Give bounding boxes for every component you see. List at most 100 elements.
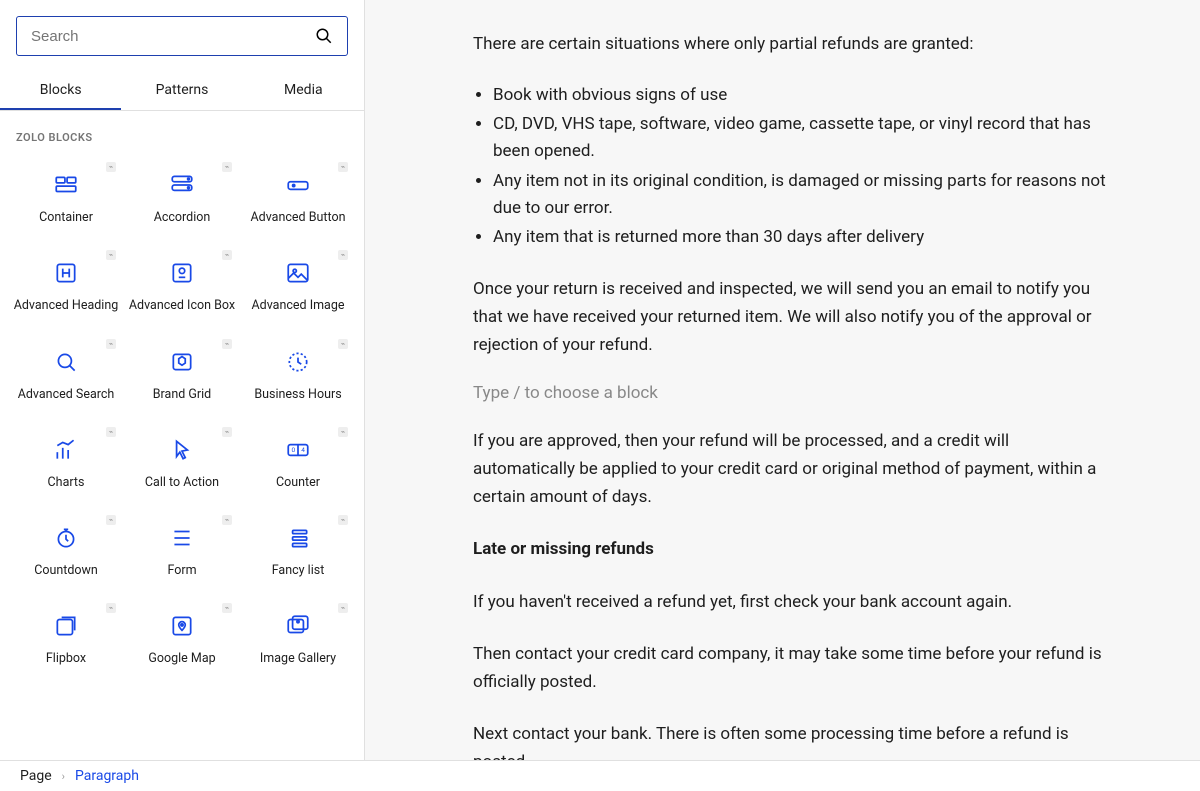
list-item[interactable]: CD, DVD, VHS tape, software, video game,… bbox=[493, 111, 1113, 165]
block-item-button[interactable]: ⌁ Advanced Button bbox=[240, 156, 356, 244]
block-badge-icon: ⌁ bbox=[338, 515, 348, 525]
block-item-charts[interactable]: ⌁ Charts bbox=[8, 421, 124, 509]
block-badge-icon: ⌁ bbox=[338, 603, 348, 613]
flipbox-icon bbox=[53, 613, 79, 639]
hours-icon bbox=[285, 349, 311, 375]
search-icon bbox=[53, 349, 79, 375]
block-item-container[interactable]: ⌁ Container bbox=[8, 156, 124, 244]
fancylist-icon bbox=[285, 525, 311, 551]
tab-blocks[interactable]: Blocks bbox=[0, 72, 121, 110]
block-label: Advanced Icon Box bbox=[129, 298, 235, 314]
accordion-icon bbox=[169, 172, 195, 198]
block-badge-icon: ⌁ bbox=[222, 515, 232, 525]
list-item[interactable]: Any item not in its original condition, … bbox=[493, 168, 1113, 222]
search-box[interactable] bbox=[16, 16, 348, 56]
tab-media[interactable]: Media bbox=[243, 72, 364, 110]
tab-patterns[interactable]: Patterns bbox=[121, 72, 242, 110]
block-badge-icon: ⌁ bbox=[106, 427, 116, 437]
block-label: Charts bbox=[48, 475, 85, 491]
block-badge-icon: ⌁ bbox=[106, 603, 116, 613]
charts-icon bbox=[53, 437, 79, 463]
block-badge-icon: ⌁ bbox=[338, 339, 348, 349]
block-badge-icon: ⌁ bbox=[106, 339, 116, 349]
gallery-icon bbox=[285, 613, 311, 639]
block-item-map[interactable]: ⌁ Google Map bbox=[124, 597, 240, 685]
paragraph[interactable]: Next contact your bank. There is often s… bbox=[473, 720, 1113, 760]
block-item-search[interactable]: ⌁ Advanced Search bbox=[8, 333, 124, 421]
block-badge-icon: ⌁ bbox=[222, 603, 232, 613]
list[interactable]: Book with obvious signs of use CD, DVD, … bbox=[493, 82, 1113, 251]
block-item-counter[interactable]: ⌁ Counter bbox=[240, 421, 356, 509]
inserter-sidebar: Blocks Patterns Media ZOLO BLOCKS ⌁ Conta… bbox=[0, 0, 365, 760]
breadcrumb: Page › Paragraph bbox=[0, 760, 1200, 791]
block-badge-icon: ⌁ bbox=[106, 250, 116, 260]
section-title: ZOLO BLOCKS bbox=[0, 111, 364, 156]
block-label: Countdown bbox=[34, 563, 98, 579]
block-badge-icon: ⌁ bbox=[222, 339, 232, 349]
block-label: Advanced Image bbox=[252, 298, 345, 314]
block-label: Brand Grid bbox=[153, 387, 211, 403]
block-label: Accordion bbox=[154, 210, 211, 226]
countdown-icon bbox=[53, 525, 79, 551]
button-icon bbox=[285, 172, 311, 198]
chevron-right-icon: › bbox=[62, 770, 65, 783]
block-label: Container bbox=[39, 210, 93, 226]
block-label: Business Hours bbox=[254, 387, 341, 403]
block-item-countdown[interactable]: ⌁ Countdown bbox=[8, 509, 124, 597]
block-badge-icon: ⌁ bbox=[222, 427, 232, 437]
block-badge-icon: ⌁ bbox=[106, 162, 116, 172]
list-item[interactable]: Book with obvious signs of use bbox=[493, 82, 1113, 109]
block-label: Form bbox=[167, 563, 196, 579]
container-icon bbox=[53, 172, 79, 198]
image-icon bbox=[285, 260, 311, 286]
block-badge-icon: ⌁ bbox=[222, 162, 232, 172]
editor-canvas[interactable]: There are certain situations where only … bbox=[365, 0, 1200, 760]
block-badge-icon: ⌁ bbox=[106, 515, 116, 525]
paragraph[interactable]: Then contact your credit card company, i… bbox=[473, 640, 1113, 696]
search-icon bbox=[315, 27, 333, 45]
list-item[interactable]: Any item that is returned more than 30 d… bbox=[493, 224, 1113, 251]
block-item-form[interactable]: ⌁ Form bbox=[124, 509, 240, 597]
blocks-grid: ⌁ Container ⌁ Accordion ⌁ Advanced Button ⌁ Adv… bbox=[0, 156, 364, 706]
block-item-accordion[interactable]: ⌁ Accordion bbox=[124, 156, 240, 244]
block-item-heading[interactable]: ⌁ Advanced Heading bbox=[8, 244, 124, 332]
block-item-cta[interactable]: ⌁ Call to Action bbox=[124, 421, 240, 509]
block-placeholder[interactable]: Type / to choose a block bbox=[473, 383, 1140, 403]
block-item-iconbox[interactable]: ⌁ Advanced Icon Box bbox=[124, 244, 240, 332]
search-input[interactable] bbox=[31, 28, 315, 45]
block-label: Fancy list bbox=[272, 563, 325, 579]
heading-icon bbox=[53, 260, 79, 286]
block-badge-icon: ⌁ bbox=[222, 250, 232, 260]
iconbox-icon bbox=[169, 260, 195, 286]
paragraph[interactable]: If you haven't received a refund yet, fi… bbox=[473, 588, 1113, 616]
paragraph[interactable]: Once your return is received and inspect… bbox=[473, 275, 1113, 359]
block-label: Image Gallery bbox=[260, 651, 336, 667]
paragraph[interactable]: If you are approved, then your refund wi… bbox=[473, 427, 1113, 511]
search-wrap bbox=[0, 0, 364, 72]
block-label: Advanced Heading bbox=[14, 298, 119, 314]
breadcrumb-paragraph[interactable]: Paragraph bbox=[75, 768, 139, 784]
block-item-hours[interactable]: ⌁ Business Hours bbox=[240, 333, 356, 421]
cta-icon bbox=[169, 437, 195, 463]
block-item-gallery[interactable]: ⌁ Image Gallery bbox=[240, 597, 356, 685]
block-label: Flipbox bbox=[46, 651, 86, 667]
block-item-fancylist[interactable]: ⌁ Fancy list bbox=[240, 509, 356, 597]
block-item-flipbox[interactable]: ⌁ Flipbox bbox=[8, 597, 124, 685]
map-icon bbox=[169, 613, 195, 639]
brandgrid-icon bbox=[169, 349, 195, 375]
block-item-image[interactable]: ⌁ Advanced Image bbox=[240, 244, 356, 332]
form-icon bbox=[169, 525, 195, 551]
block-label: Call to Action bbox=[145, 475, 219, 491]
block-label: Advanced Button bbox=[251, 210, 346, 226]
block-label: Counter bbox=[276, 475, 320, 491]
block-label: Google Map bbox=[148, 651, 215, 667]
counter-icon bbox=[285, 437, 311, 463]
block-badge-icon: ⌁ bbox=[338, 250, 348, 260]
paragraph[interactable]: There are certain situations where only … bbox=[473, 30, 1113, 58]
breadcrumb-page[interactable]: Page bbox=[20, 768, 52, 784]
block-label: Advanced Search bbox=[18, 387, 115, 403]
block-badge-icon: ⌁ bbox=[338, 162, 348, 172]
block-badge-icon: ⌁ bbox=[338, 427, 348, 437]
block-item-brandgrid[interactable]: ⌁ Brand Grid bbox=[124, 333, 240, 421]
heading-strong[interactable]: Late or missing refunds bbox=[473, 535, 1113, 563]
